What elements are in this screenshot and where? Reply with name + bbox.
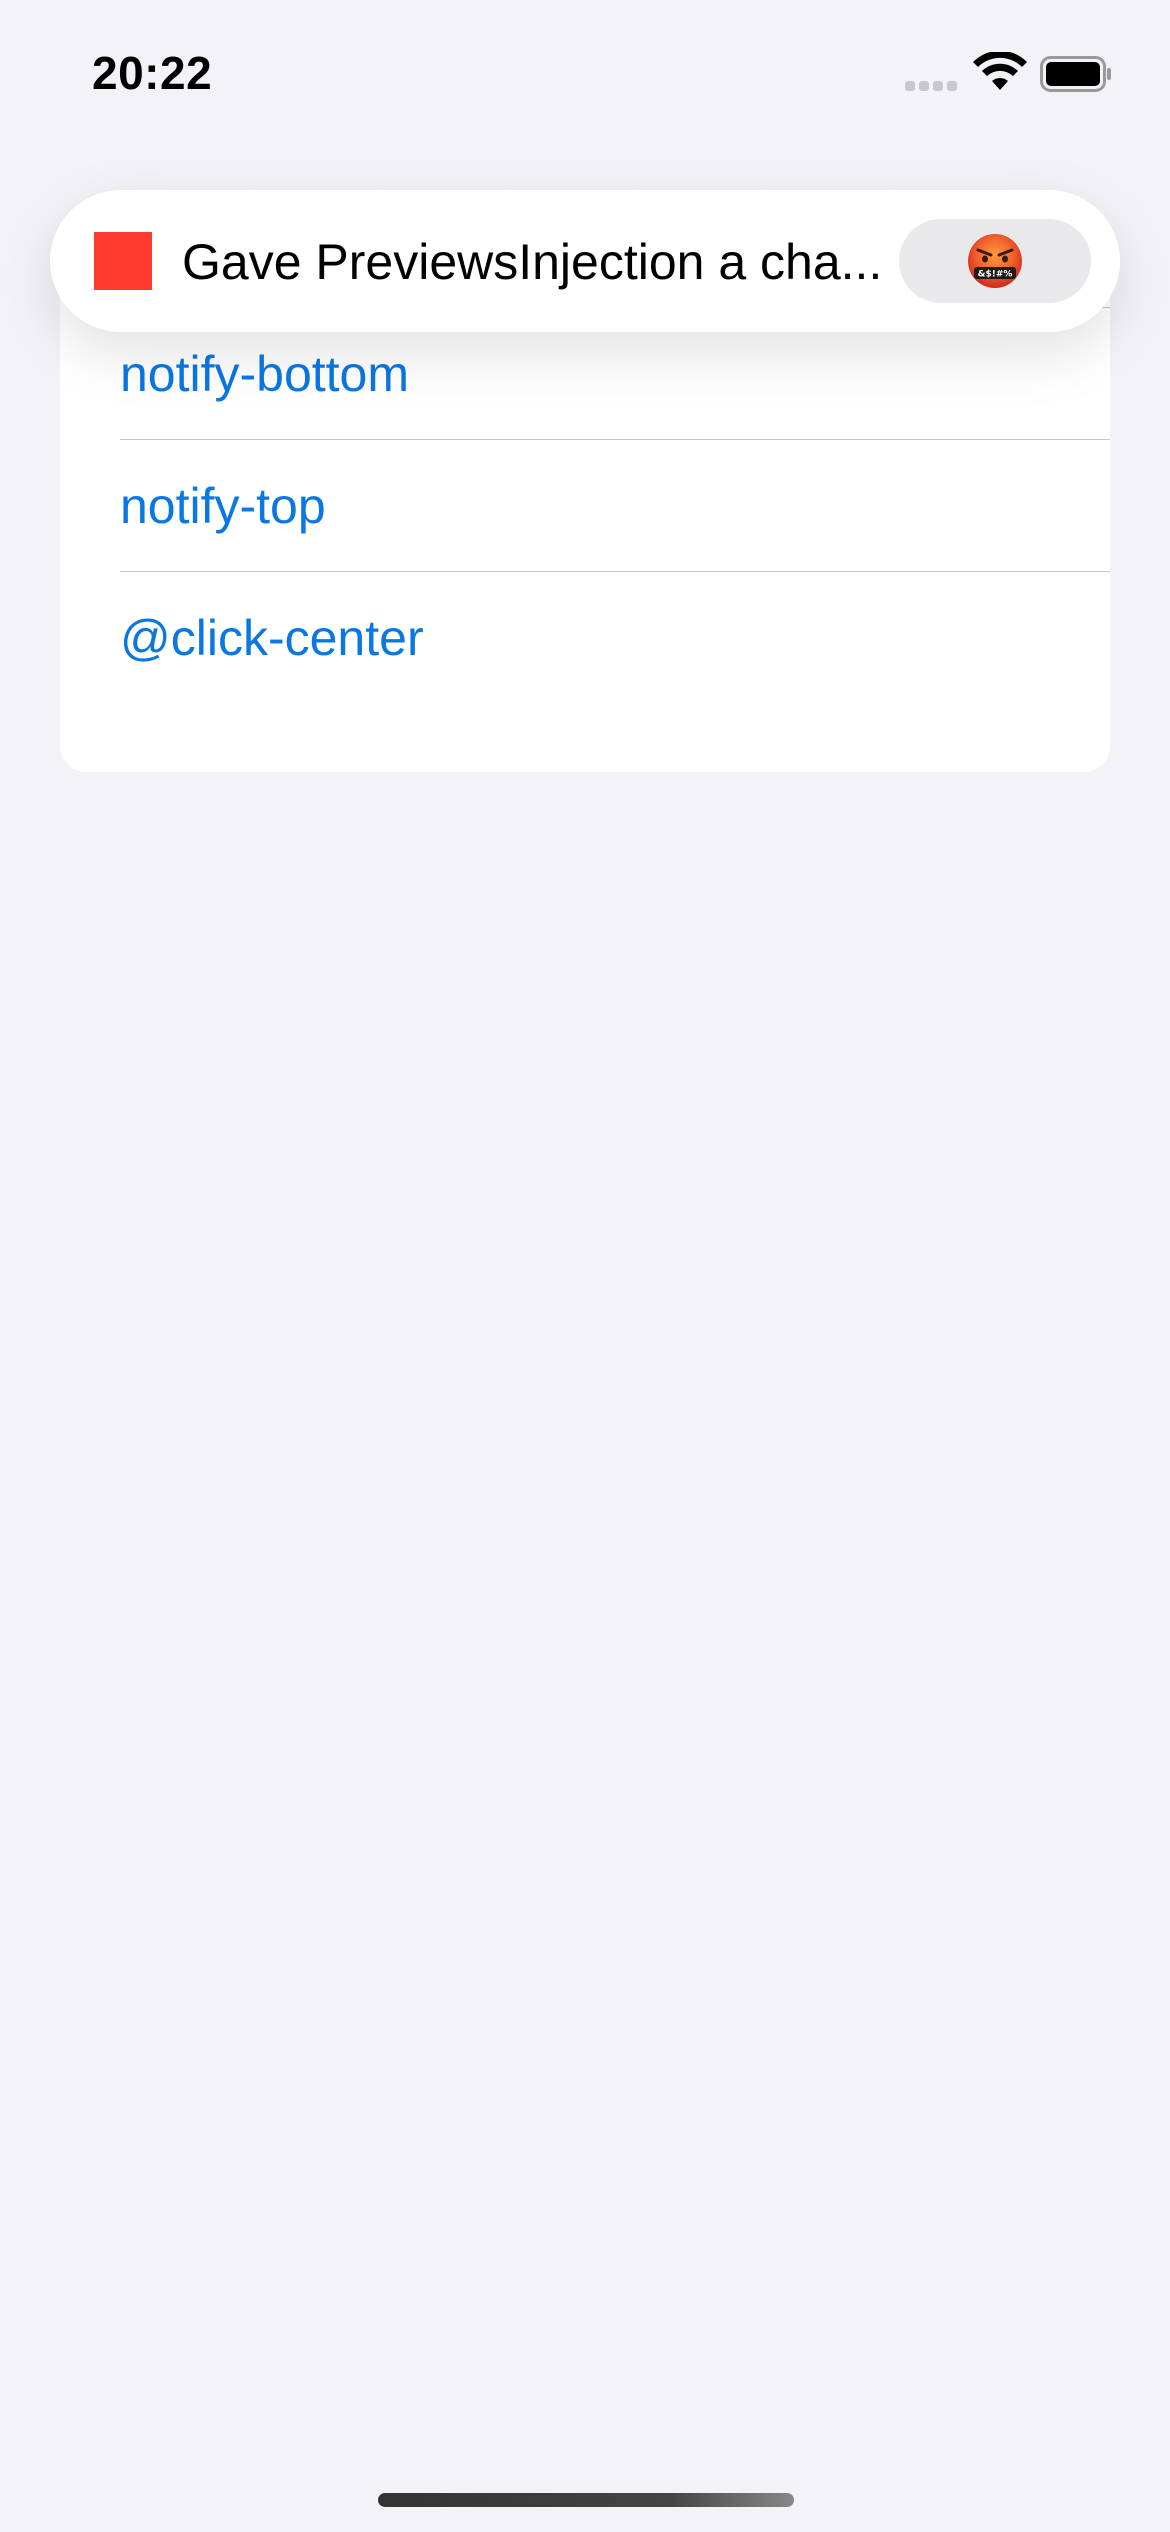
list-item-label: notify-bottom — [120, 346, 410, 402]
angry-face-with-symbols-icon: &$!#% — [968, 234, 1022, 288]
battery-icon — [1040, 56, 1111, 92]
notification-banner[interactable]: Gave PreviewsInjection a cha... &$!#% — [50, 190, 1120, 332]
banner-message: Gave PreviewsInjection a cha... — [182, 234, 883, 290]
list-item-label: notify-top — [120, 478, 326, 534]
list-item-notify-top[interactable]: notify-top — [120, 440, 1110, 572]
banner-action-button[interactable]: &$!#% — [899, 219, 1091, 303]
list-item-click-center[interactable]: @click-center — [120, 572, 1110, 704]
list-item-label: @click-center — [120, 610, 424, 666]
cellular-signal-icon — [905, 80, 959, 92]
status-time: 20:22 — [92, 47, 213, 99]
home-indicator[interactable] — [378, 2493, 794, 2507]
symbols-text: &$!#% — [978, 270, 1013, 280]
red-square-icon — [94, 232, 152, 290]
status-bar: 20:22 — [0, 0, 1170, 140]
wifi-icon — [973, 52, 1027, 90]
